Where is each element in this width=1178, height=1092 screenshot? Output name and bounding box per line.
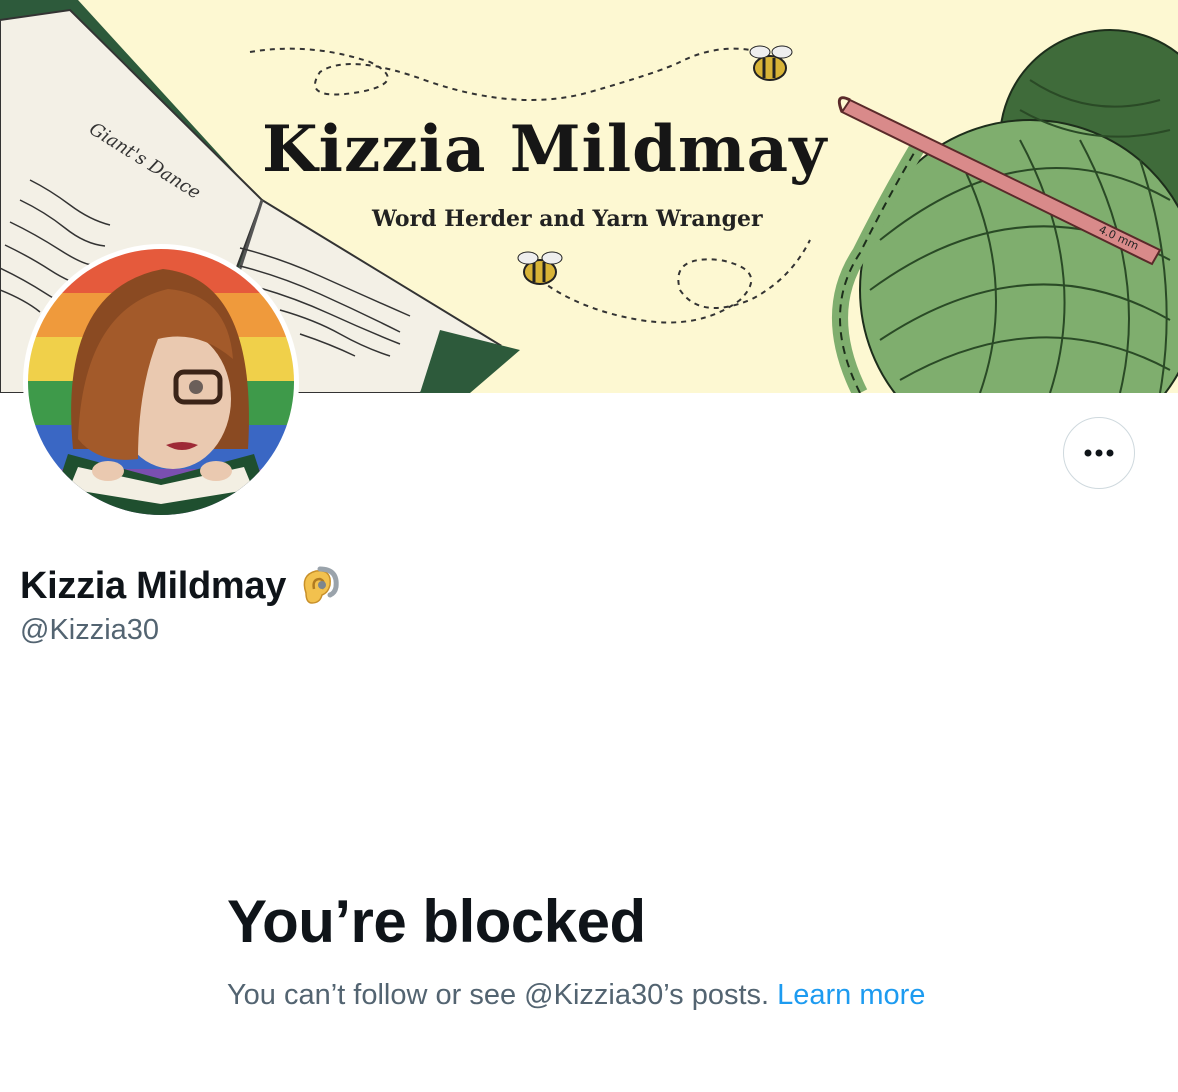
banner-title: Kizzia Mildmay (262, 112, 828, 187)
banner-subtitle: Word Herder and Yarn Wranger (372, 206, 763, 232)
learn-more-link[interactable]: Learn more (777, 979, 925, 1011)
display-name-text: Kizzia Mildmay (20, 564, 287, 607)
profile-display-name: Kizzia Mildmay (20, 562, 340, 610)
blocked-title: You’re blocked (227, 888, 646, 955)
bee-icon (749, 45, 793, 81)
profile-handle: @Kizzia30 (20, 614, 160, 646)
avatar[interactable] (23, 244, 299, 520)
blocked-message-text: You can’t follow or see @Kizzia30’s post… (227, 979, 778, 1011)
ear-with-hearing-aid-icon (294, 563, 340, 609)
more-dots-icon (1084, 449, 1114, 457)
blocked-message: You can’t follow or see @Kizzia30’s post… (227, 975, 927, 1015)
yarn-ball-illustration (832, 29, 1178, 393)
bee-icon (517, 251, 563, 285)
more-options-button[interactable] (1063, 417, 1135, 489)
avatar-image (28, 249, 294, 515)
